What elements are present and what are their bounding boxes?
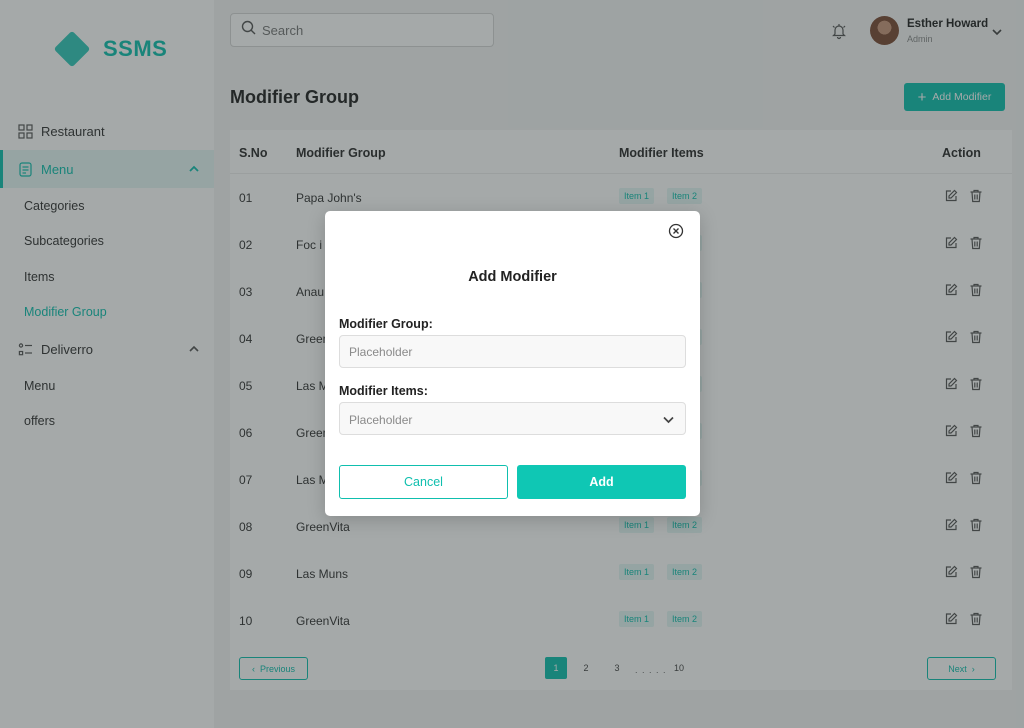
modifier-items-placeholder: Placeholder	[349, 413, 413, 427]
dialog-title: Add Modifier	[468, 269, 557, 285]
chevron-down-icon	[662, 413, 675, 426]
modifier-group-field[interactable]	[339, 335, 686, 368]
modifier-items-label: Modifier Items:	[339, 384, 428, 398]
modifier-group-input[interactable]	[340, 336, 685, 367]
add-modifier-dialog: Add Modifier Modifier Group: Modifier It…	[325, 211, 700, 516]
modifier-items-select[interactable]: Placeholder	[339, 402, 686, 435]
modifier-group-label: Modifier Group:	[339, 317, 433, 331]
add-button[interactable]: Add	[517, 465, 686, 499]
cancel-button[interactable]: Cancel	[339, 465, 508, 499]
close-icon[interactable]	[668, 223, 684, 239]
